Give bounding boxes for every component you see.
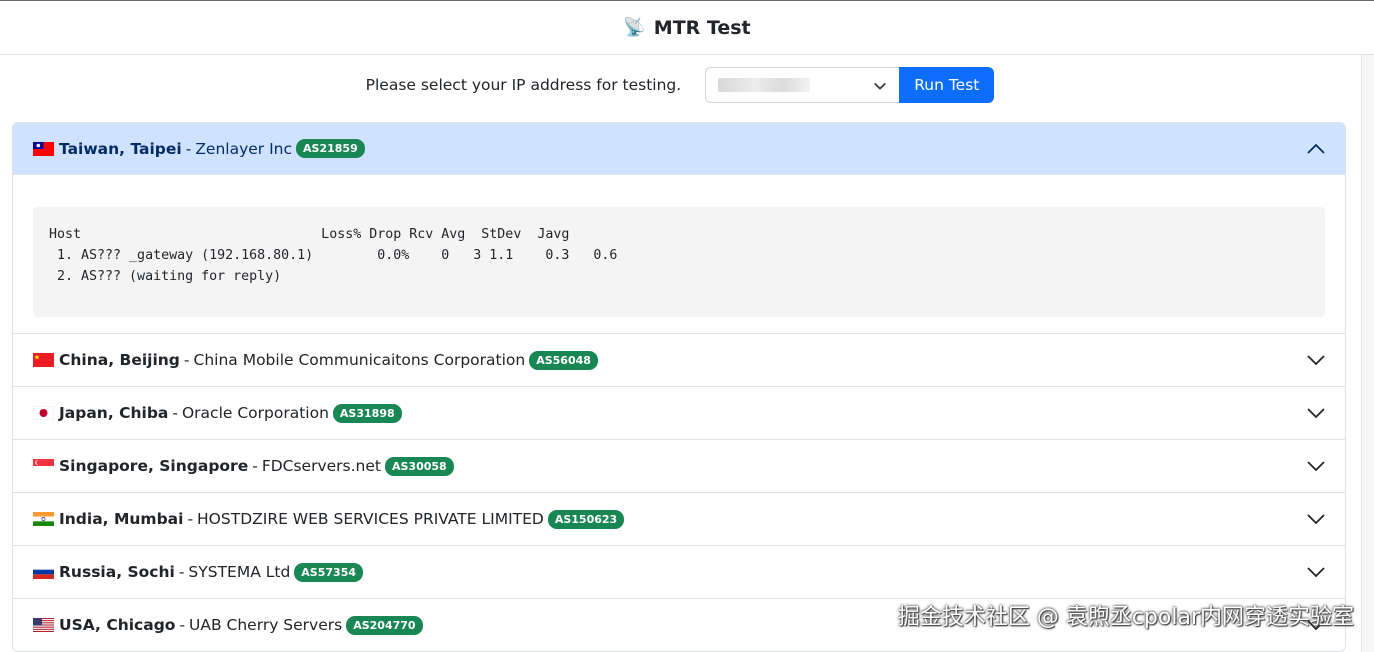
- mtr-output: Host Loss% Drop Rcv Avg StDev Javg 1. AS…: [33, 207, 1325, 317]
- provider-label: UAB Cherry Servers: [189, 616, 343, 634]
- accordion-header[interactable]: Japan, Chiba - Oracle Corporation AS3189…: [13, 387, 1345, 439]
- location-label: Singapore, Singapore: [59, 457, 249, 475]
- flag-usa-icon: [33, 618, 54, 632]
- asn-badge: AS31898: [332, 403, 402, 423]
- separator: -: [252, 457, 258, 475]
- flag-russia-icon: [33, 565, 54, 579]
- chevron-down-icon: [1307, 567, 1325, 578]
- separator: -: [183, 351, 190, 369]
- accordion-header[interactable]: India, Mumbai - HOSTDZIRE WEB SERVICES P…: [13, 493, 1345, 545]
- accordion-item-singapore-singapore: Singapore, Singapore - FDCservers.net AS…: [13, 440, 1345, 493]
- flag-singapore-icon: [33, 459, 54, 473]
- accordion-body: Host Loss% Drop Rcv Avg StDev Javg 1. AS…: [13, 175, 1345, 333]
- provider-label: Oracle Corporation: [181, 404, 329, 422]
- chevron-down-icon: [1307, 514, 1325, 525]
- page-scrollbar[interactable]: [1361, 55, 1374, 652]
- location-label: China, Beijing: [59, 351, 180, 369]
- provider-label: HOSTDZIRE WEB SERVICES PRIVATE LIMITED: [197, 510, 544, 528]
- accordion-item-india-mumbai: India, Mumbai - HOSTDZIRE WEB SERVICES P…: [13, 493, 1345, 546]
- flag-japan-icon: [33, 406, 54, 420]
- chevron-down-icon: [1307, 355, 1325, 366]
- separator: -: [187, 510, 194, 528]
- ip-address-select[interactable]: [705, 67, 900, 103]
- accordion-header[interactable]: Singapore, Singapore - FDCservers.net AS…: [13, 440, 1345, 492]
- location-label: Taiwan, Taipei: [59, 139, 182, 158]
- accordion-header[interactable]: China, Beijing - China Mobile Communicai…: [13, 334, 1345, 386]
- redacted-ip-blur: [718, 78, 811, 92]
- asn-badge: AS204770: [346, 615, 423, 635]
- test-controls: Please select your IP address for testin…: [0, 67, 1360, 103]
- provider-label: FDCservers.net: [261, 457, 381, 475]
- chevron-down-icon: [874, 82, 887, 90]
- watermark: 掘金技术社区 @ 袁煦丞cpolar内网穿透实验室: [897, 605, 1354, 630]
- accordion-item-taiwan-taipei: Taiwan, Taipei - Zenlayer Inc AS21859 Ho…: [13, 123, 1345, 334]
- provider-label: SYSTEMA Ltd: [188, 563, 291, 581]
- accordion-item-china-beijing: China, Beijing - China Mobile Communicai…: [13, 334, 1345, 387]
- app-header: 📡 MTR Test: [0, 1, 1374, 55]
- flag-taiwan-icon: [33, 141, 54, 156]
- location-label: Japan, Chiba: [59, 404, 169, 422]
- flag-china-icon: [33, 353, 54, 367]
- asn-badge: AS57354: [294, 562, 364, 582]
- separator: -: [178, 563, 185, 581]
- satellite-antenna-icon: 📡: [623, 17, 646, 38]
- separator: -: [179, 616, 186, 634]
- page-title: MTR Test: [653, 16, 751, 39]
- separator: -: [172, 404, 178, 422]
- chevron-down-icon: [1307, 408, 1325, 419]
- chevron-down-icon: [1307, 461, 1325, 472]
- accordion-header[interactable]: Russia, Sochi - SYSTEMA Ltd AS57354: [13, 546, 1345, 598]
- flag-india-icon: [33, 512, 54, 526]
- accordion-item-russia-sochi: Russia, Sochi - SYSTEMA Ltd AS57354: [13, 546, 1345, 599]
- separator: -: [185, 139, 192, 158]
- ip-select-prompt: Please select your IP address for testin…: [365, 76, 682, 94]
- location-label: Russia, Sochi: [59, 563, 175, 581]
- accordion-header[interactable]: Taiwan, Taipei - Zenlayer Inc AS21859: [13, 123, 1345, 175]
- provider-label: Zenlayer Inc: [195, 139, 293, 158]
- location-label: USA, Chicago: [59, 616, 176, 634]
- accordion-item-japan-chiba: Japan, Chiba - Oracle Corporation AS3189…: [13, 387, 1345, 440]
- provider-label: China Mobile Communicaitons Corporation: [193, 351, 526, 369]
- asn-badge: AS30058: [385, 456, 454, 476]
- asn-badge: AS21859: [296, 139, 365, 158]
- asn-badge: AS150623: [547, 509, 625, 529]
- results-accordion: Taiwan, Taipei - Zenlayer Inc AS21859 Ho…: [12, 122, 1346, 652]
- location-label: India, Mumbai: [59, 510, 184, 528]
- run-test-button[interactable]: Run Test: [899, 67, 995, 103]
- chevron-up-icon: [1307, 143, 1325, 154]
- asn-badge: AS56048: [529, 350, 598, 370]
